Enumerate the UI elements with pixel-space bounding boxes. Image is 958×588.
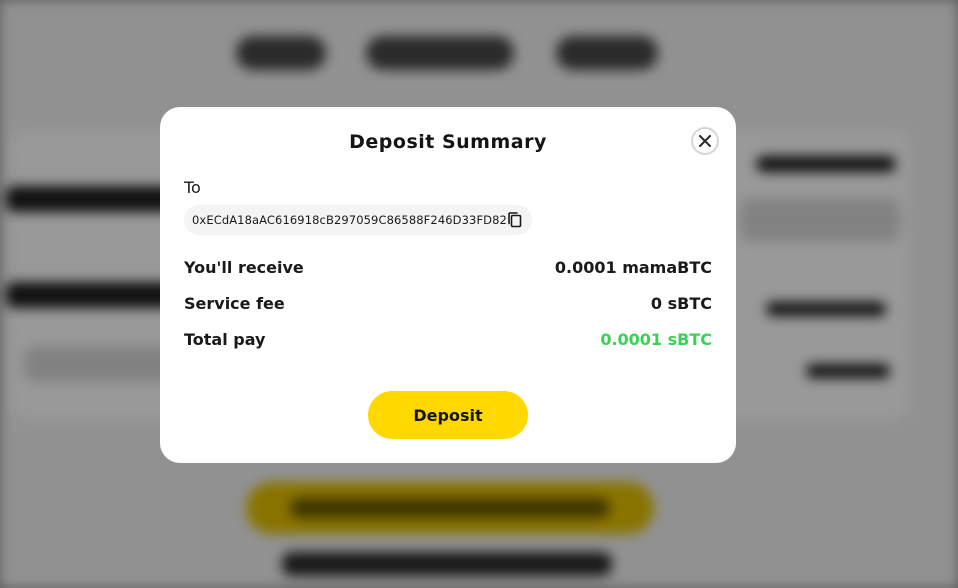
recipient-address: 0xECdA18aAC616918cB297059C86588F246D33FD… (192, 213, 507, 227)
receive-value: 0.0001 mamaBTC (554, 257, 712, 277)
copy-icon (508, 212, 522, 228)
receive-label: You'll receive (184, 257, 304, 277)
total-pay-label: Total pay (184, 329, 266, 349)
close-button[interactable] (691, 127, 719, 155)
deposit-summary-dialog: Deposit Summary To 0xECdA18aAC616918cB29… (160, 107, 736, 463)
service-fee-value: 0 sBTC (650, 293, 712, 313)
copy-address-button[interactable] (506, 211, 524, 229)
service-fee-label: Service fee (184, 293, 285, 313)
total-pay-value: 0.0001 sBTC (600, 329, 712, 349)
receive-row: You'll receive 0.0001 mamaBTC (184, 256, 712, 278)
deposit-button[interactable]: Deposit (368, 391, 528, 439)
service-fee-row: Service fee 0 sBTC (184, 292, 712, 314)
dialog-title: Deposit Summary (349, 131, 547, 153)
close-icon (699, 135, 711, 147)
to-label: To (184, 178, 201, 197)
recipient-address-box: 0xECdA18aAC616918cB297059C86588F246D33FD… (184, 205, 532, 235)
total-pay-row: Total pay 0.0001 sBTC (184, 328, 712, 350)
